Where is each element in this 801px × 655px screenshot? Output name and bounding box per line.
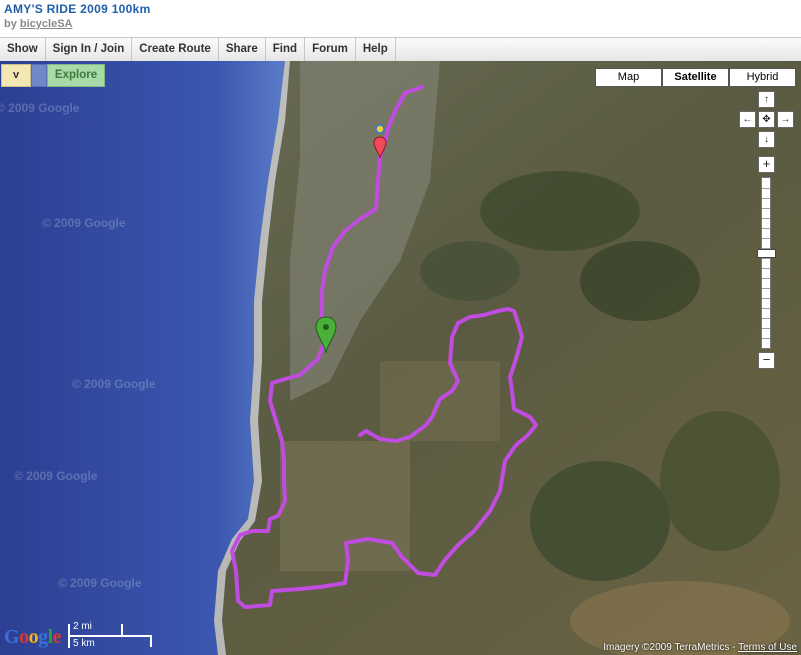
map-type-map-button[interactable]: Map bbox=[595, 68, 662, 87]
map-type-satellite-button[interactable]: Satellite bbox=[662, 68, 729, 87]
pan-center-icon[interactable]: ✥ bbox=[758, 111, 775, 128]
nav-sign-in[interactable]: Sign In / Join bbox=[46, 38, 133, 61]
toolbar-toggle-button[interactable]: v bbox=[1, 64, 31, 87]
nav-find[interactable]: Find bbox=[266, 38, 306, 61]
nav-create-route[interactable]: Create Route bbox=[132, 38, 219, 61]
map-type-hybrid-button[interactable]: Hybrid bbox=[729, 68, 796, 87]
google-watermark: © 2009 Google bbox=[42, 216, 126, 230]
nav-forum[interactable]: Forum bbox=[305, 38, 356, 61]
nav-help[interactable]: Help bbox=[356, 38, 396, 61]
zoom-slider-thumb[interactable] bbox=[757, 249, 776, 258]
scale-km-label: 5 km bbox=[73, 638, 95, 649]
zoom-out-button[interactable]: − bbox=[758, 352, 775, 369]
google-logo[interactable]: Google bbox=[4, 626, 62, 649]
page-title: AMY'S RIDE 2009 100km bbox=[4, 2, 151, 16]
explore-button[interactable]: Explore bbox=[47, 64, 105, 87]
toolbar-color-button[interactable] bbox=[31, 64, 47, 87]
google-watermark: © 2009 Google bbox=[14, 469, 98, 483]
google-watermark: © 2009 Google bbox=[0, 101, 80, 115]
byline-prefix: by bbox=[4, 18, 17, 30]
pan-left-icon[interactable]: ← bbox=[739, 111, 756, 128]
pan-right-icon[interactable]: → bbox=[777, 111, 794, 128]
scale-miles-label: 2 mi bbox=[73, 621, 92, 632]
terms-of-use-link[interactable]: Terms of Use bbox=[738, 642, 797, 653]
waypoint-icon bbox=[375, 124, 385, 134]
imagery-attribution: Imagery ©2009 TerraMetrics - Terms of Us… bbox=[603, 642, 797, 653]
pan-down-icon[interactable]: ↓ bbox=[758, 131, 775, 148]
scale-bar bbox=[68, 635, 152, 637]
author-link[interactable]: bicycleSA bbox=[20, 18, 73, 30]
zoom-slider-track[interactable] bbox=[761, 177, 771, 349]
imagery-credit: Imagery ©2009 TerraMetrics bbox=[603, 642, 730, 653]
satellite-map[interactable]: © 2009 Google © 2009 Google © 2009 Googl… bbox=[0, 61, 801, 655]
zoom-in-button[interactable]: + bbox=[758, 156, 775, 173]
nav-bar: Show Sign In / Join Create Route Share F… bbox=[0, 37, 801, 62]
byline: by bicycleSA bbox=[4, 18, 73, 30]
nav-share[interactable]: Share bbox=[219, 38, 266, 61]
google-watermark: © 2009 Google bbox=[58, 576, 142, 590]
google-watermark: © 2009 Google bbox=[72, 377, 156, 391]
map-imagery bbox=[0, 61, 801, 655]
pan-up-icon[interactable]: ↑ bbox=[758, 91, 775, 108]
nav-show[interactable]: Show bbox=[0, 38, 46, 61]
